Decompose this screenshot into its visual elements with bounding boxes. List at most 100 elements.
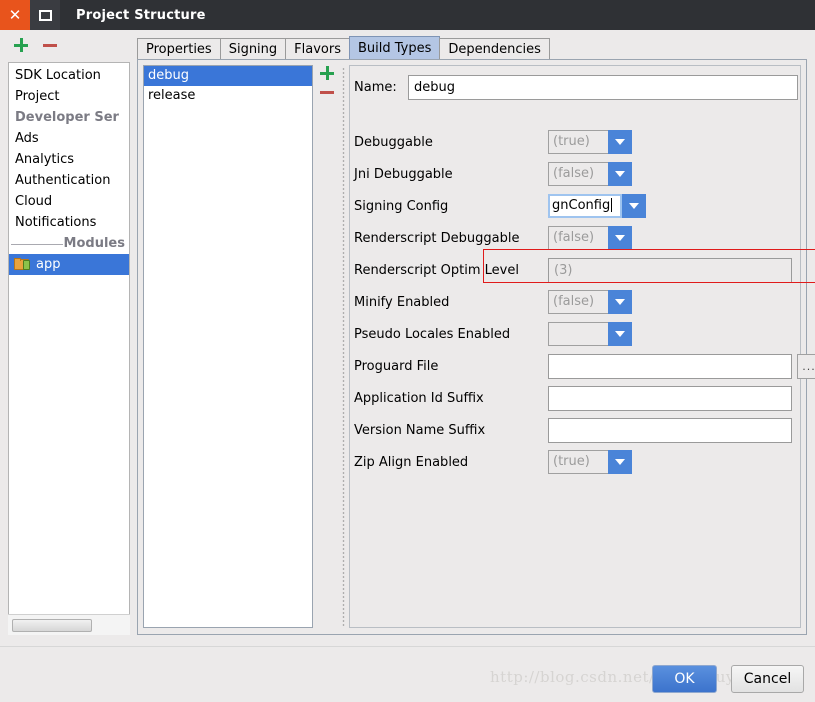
combobox-value-minify-enabled[interactable]: (false) xyxy=(548,290,608,314)
sidebar-item-sdk-location[interactable]: SDK Location xyxy=(9,65,129,86)
tab-properties[interactable]: Properties xyxy=(137,38,221,60)
window-title: Project Structure xyxy=(76,7,206,23)
remove-module-icon[interactable] xyxy=(43,44,57,47)
build-type-item[interactable]: debug xyxy=(144,66,312,86)
sidebar-item-label: Ads xyxy=(15,131,39,146)
sidebar-horizontal-scrollbar[interactable] xyxy=(8,614,130,635)
add-module-icon[interactable] xyxy=(14,38,28,52)
sidebar-item-project[interactable]: Project xyxy=(9,86,129,107)
combobox-value-jni-debuggable[interactable]: (false) xyxy=(548,162,608,186)
tab-bar: Properties Signing Flavors Build Types Depen… xyxy=(137,36,550,60)
chevron-down-icon[interactable] xyxy=(608,450,632,474)
input-renderscript-optim-level[interactable]: (3) xyxy=(548,257,792,283)
sidebar-item-label: app xyxy=(36,257,61,272)
combobox-value-pseudo-locales-enabled[interactable] xyxy=(548,322,608,346)
combobox-value-renderscript-debuggable[interactable]: (false) xyxy=(548,226,608,250)
chevron-down-icon[interactable] xyxy=(608,290,632,314)
sidebar-item-label: Authentication xyxy=(15,173,111,188)
form-row-application-id-suffix: Application Id Suffix xyxy=(354,382,798,414)
maximize-button[interactable] xyxy=(30,0,60,30)
build-types-panel: debug release Name: debug Debuggable (true… xyxy=(137,59,815,635)
build-type-form: Name: debug Debuggable (true) Jni Debuggab… xyxy=(349,65,815,628)
field-label-minify-enabled: Minify Enabled xyxy=(354,294,450,310)
field-label-pseudo-locales-enabled: Pseudo Locales Enabled xyxy=(354,326,511,342)
combobox-minify-enabled[interactable]: (false) xyxy=(548,290,632,314)
build-type-item[interactable]: release xyxy=(144,86,312,106)
combobox-renderscript-debuggable[interactable]: (false) xyxy=(548,226,632,250)
field-label-zip-align-enabled: Zip Align Enabled xyxy=(354,454,469,470)
field-label-jni-debuggable: Jni Debuggable xyxy=(354,166,453,182)
name-row: Name: debug xyxy=(354,74,798,100)
form-row-minify-enabled: Minify Enabled (false) xyxy=(354,286,798,318)
panel-splitter[interactable] xyxy=(339,64,347,630)
form-row-pseudo-locales-enabled: Pseudo Locales Enabled xyxy=(354,318,798,350)
sidebar-item-app[interactable]: app xyxy=(9,254,129,275)
sidebar-list: SDK Location Project Developer Ser Ads Analy… xyxy=(9,63,129,275)
chevron-down-icon[interactable] xyxy=(608,226,632,250)
combobox-debuggable[interactable]: (true) xyxy=(548,130,632,154)
input-version-name-suffix[interactable] xyxy=(548,417,792,443)
chevron-down-icon[interactable] xyxy=(608,162,632,186)
sidebar-item-analytics[interactable]: Analytics xyxy=(9,149,129,170)
sidebar-header-label: Modules xyxy=(63,236,125,251)
tab-signing[interactable]: Signing xyxy=(219,38,287,60)
combobox-value-debuggable[interactable]: (true) xyxy=(548,130,608,154)
browse-button-proguard-file[interactable]: ... xyxy=(797,353,815,379)
sidebar-item-cloud[interactable]: Cloud xyxy=(9,191,129,212)
chevron-down-icon[interactable] xyxy=(622,194,646,218)
combobox-value-zip-align-enabled[interactable]: (true) xyxy=(548,450,608,474)
sidebar-item-ads[interactable]: Ads xyxy=(9,128,129,149)
form-row-debuggable: Debuggable (true) xyxy=(354,126,798,158)
combobox-jni-debuggable[interactable]: (false) xyxy=(548,162,632,186)
build-type-list[interactable]: debug release xyxy=(143,65,313,628)
combobox-value-signing-config[interactable]: gnConfig xyxy=(548,194,622,218)
project-structure-dialog: ✕ Project Structure SDK Location Project D… xyxy=(0,0,815,702)
name-label: Name: xyxy=(354,79,397,95)
sidebar-item-label: Project xyxy=(15,89,60,104)
sidebar-item-label: Analytics xyxy=(15,152,75,167)
remove-build-type-icon[interactable] xyxy=(320,91,334,94)
sidebar-item-label: SDK Location xyxy=(15,68,101,83)
field-label-signing-config: Signing Config xyxy=(354,198,449,214)
module-icon xyxy=(14,258,30,271)
field-label-application-id-suffix: Application Id Suffix xyxy=(354,390,484,406)
sidebar-item-notifications[interactable]: Notifications xyxy=(9,212,129,233)
build-type-list-tools xyxy=(317,66,337,94)
field-label-renderscript-debuggable: Renderscript Debuggable xyxy=(354,230,520,246)
scrollbar-thumb[interactable] xyxy=(12,619,92,632)
chevron-down-icon[interactable] xyxy=(608,130,632,154)
title-bar: ✕ Project Structure xyxy=(0,0,815,30)
combobox-zip-align-enabled[interactable]: (true) xyxy=(548,450,632,474)
close-icon: ✕ xyxy=(8,5,22,24)
chevron-down-icon[interactable] xyxy=(608,322,632,346)
sidebar: SDK Location Project Developer Ser Ads Analy… xyxy=(8,62,130,635)
tab-dependencies[interactable]: Dependencies xyxy=(439,38,550,60)
combobox-pseudo-locales-enabled[interactable] xyxy=(548,322,632,346)
input-proguard-file[interactable] xyxy=(548,353,792,379)
cancel-button[interactable]: Cancel xyxy=(731,665,804,693)
sidebar-header: Modules xyxy=(9,233,129,254)
field-label-proguard-file: Proguard File xyxy=(354,358,439,374)
sidebar-header: Developer Ser xyxy=(9,107,129,128)
sidebar-item-authentication[interactable]: Authentication xyxy=(9,170,129,191)
tab-flavors[interactable]: Flavors xyxy=(285,38,350,60)
form-row-zip-align-enabled: Zip Align Enabled (true) xyxy=(354,446,798,478)
form-row-signing-config: Signing Config gnConfig xyxy=(354,190,798,222)
combobox-signing-config[interactable]: gnConfig xyxy=(548,194,646,218)
field-label-version-name-suffix: Version Name Suffix xyxy=(354,422,486,438)
sidebar-item-label: Cloud xyxy=(15,194,53,209)
input-application-id-suffix[interactable] xyxy=(548,385,792,411)
field-label-renderscript-optim-level: Renderscript Optim Level xyxy=(354,262,519,278)
close-button[interactable]: ✕ xyxy=(0,0,30,30)
form-row-proguard-file: Proguard File... xyxy=(354,350,815,382)
form-row-renderscript-optim-level: Renderscript Optim Level (3) xyxy=(354,254,798,286)
form-row-version-name-suffix: Version Name Suffix xyxy=(354,414,798,446)
form-row-renderscript-debuggable: Renderscript Debuggable (false) xyxy=(354,222,798,254)
tab-build-types[interactable]: Build Types xyxy=(349,36,441,60)
text-caret xyxy=(611,198,613,212)
field-group-proguard-file: ... xyxy=(548,353,815,379)
name-input[interactable]: debug xyxy=(408,74,798,100)
sidebar-divider xyxy=(11,244,63,245)
add-build-type-icon[interactable] xyxy=(320,66,334,80)
ok-button[interactable]: OK xyxy=(652,665,717,693)
